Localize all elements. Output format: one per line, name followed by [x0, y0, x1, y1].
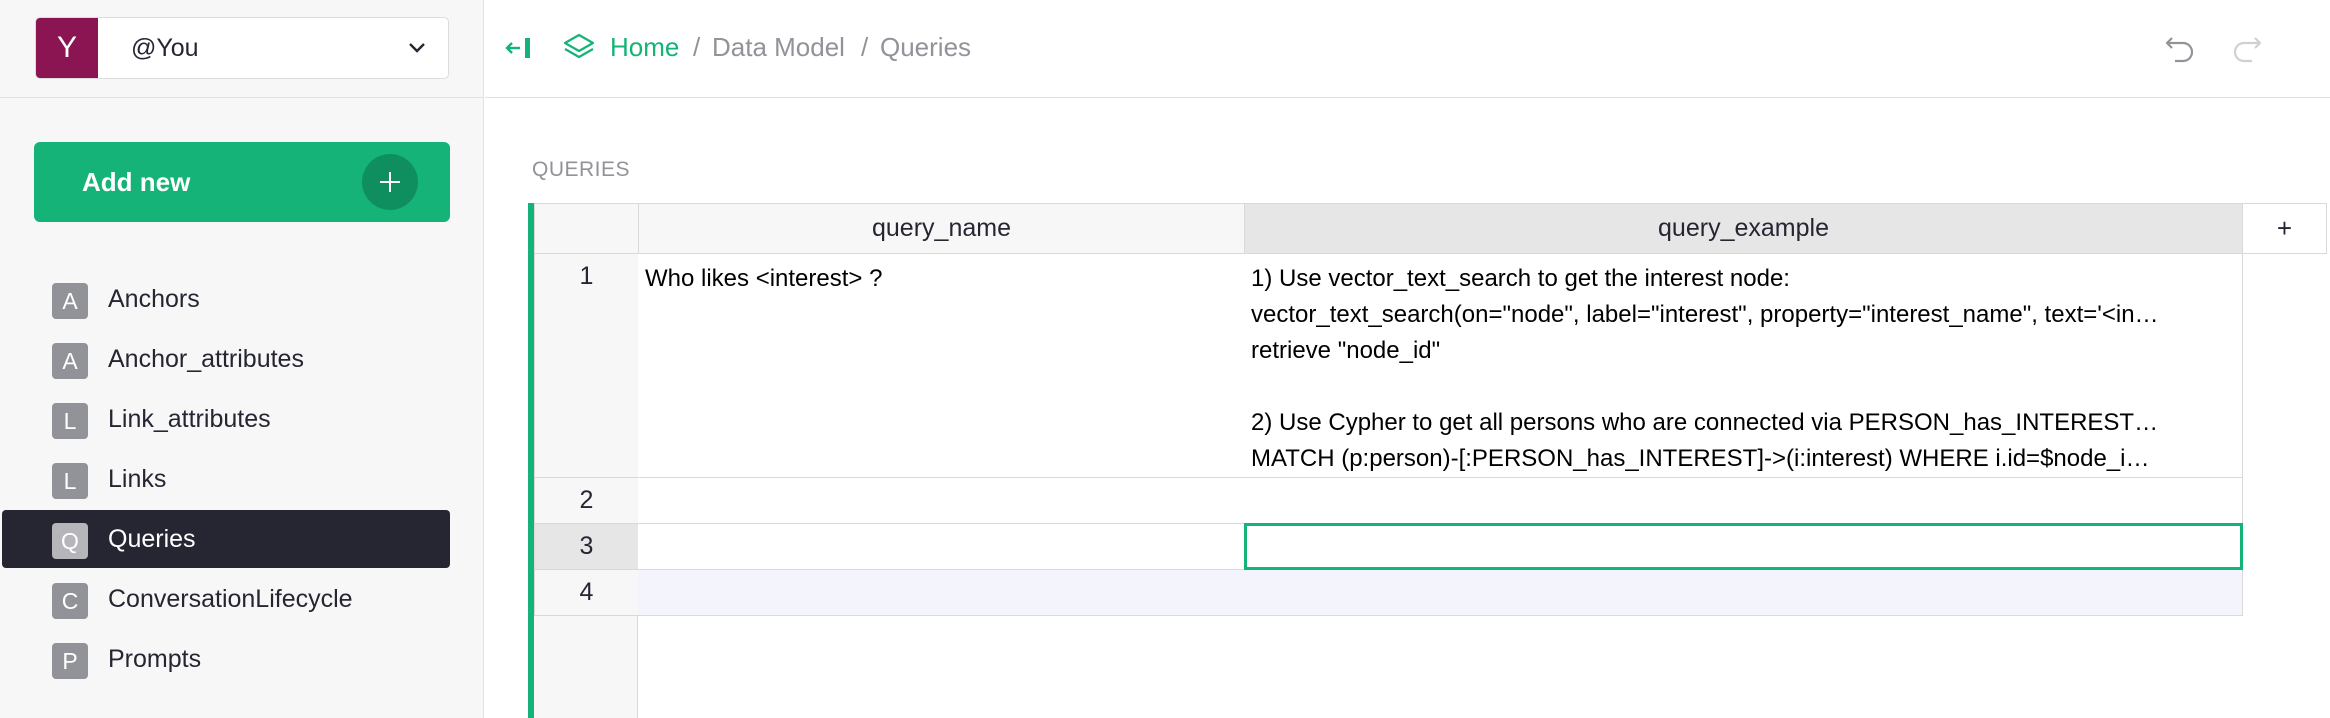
add-new-button[interactable]: Add new [34, 142, 450, 222]
active-cell-cursor[interactable] [1244, 523, 2243, 570]
avatar: Y [36, 18, 98, 78]
sidebar-item-label: Queries [108, 525, 196, 553]
cell-query-name[interactable] [638, 570, 1245, 616]
cell-query-name[interactable] [638, 478, 1245, 524]
sidebar-header: Y @You [0, 0, 484, 98]
table-badge-icon: L [52, 463, 88, 499]
cell-query-name[interactable]: Who likes <interest> ? [638, 254, 1245, 478]
cell-query-example[interactable] [1244, 478, 2243, 524]
table-badge-icon: P [52, 643, 88, 679]
row-number[interactable]: 4 [534, 570, 639, 616]
table-badge-icon: L [52, 403, 88, 439]
add-new-label: Add new [82, 167, 191, 197]
account-name: @You [131, 34, 199, 62]
plus-icon [362, 154, 418, 210]
table-badge-icon: A [52, 283, 88, 319]
table-badge-icon: A [52, 343, 88, 379]
left-panel: Y @You Add new A Anchors A Anchor_attrib… [0, 0, 484, 718]
breadcrumb-data-model[interactable]: Data Model [712, 32, 845, 63]
column-header-query-example[interactable]: query_example [1244, 203, 2243, 254]
sidebar-item-label: Anchor_attributes [108, 345, 304, 373]
breadcrumb-separator: / [861, 32, 869, 62]
sidebar-item-label: Links [108, 465, 167, 493]
sidebar-item-conversation-lifecycle[interactable]: C ConversationLifecycle [2, 570, 450, 628]
breadcrumb-home[interactable]: Home [610, 32, 679, 63]
cell-text-line: 1) Use vector_text_search to get the int… [1251, 265, 1790, 292]
table-badge-icon: Q [52, 523, 88, 559]
chevron-down-icon [409, 43, 425, 53]
cell-query-example[interactable] [1244, 570, 2243, 616]
cell-text-line: retrieve "node_id" [1251, 337, 1441, 364]
cell-text-line: 2) Use Cypher to get all persons who are… [1251, 409, 2159, 436]
breadcrumb-current: Queries [880, 32, 972, 62]
sidebar-item-label: Anchors [108, 285, 200, 313]
sidebar-item-label: Link_attributes [108, 405, 271, 433]
row-number[interactable]: 3 [534, 524, 639, 570]
sidebar-item-label: Prompts [108, 645, 202, 673]
collapse-panel-icon[interactable] [503, 34, 533, 62]
grid-corner[interactable] [534, 203, 639, 254]
cell-text-line: MATCH (p:person)-[:PERSON_has_INTEREST]-… [1251, 445, 2150, 472]
cell-query-name[interactable] [638, 524, 1245, 570]
layers-icon[interactable] [562, 32, 596, 64]
sidebar-item-queries[interactable]: Q Queries [2, 510, 450, 568]
breadcrumb-separator: / [693, 32, 701, 62]
redo-icon[interactable] [2230, 30, 2264, 64]
top-bar: Home / Data Model / Queries [485, 0, 2330, 98]
column-header-query-name[interactable]: query_name [638, 203, 1245, 254]
sidebar-item-link-attributes[interactable]: L Link_attributes [2, 390, 450, 448]
row-number[interactable]: 2 [534, 478, 639, 524]
sidebar-item-prompts[interactable]: P Prompts [2, 630, 450, 688]
table-badge-icon: C [52, 583, 88, 619]
sidebar-item-links[interactable]: L Links [2, 450, 450, 508]
cell-query-example[interactable]: 1) Use vector_text_search to get the int… [1244, 254, 2243, 478]
account-selector[interactable]: Y @You [35, 17, 449, 79]
data-grid: query_name query_example + 1 Who likes <… [528, 203, 2330, 718]
cell-text-line: vector_text_search(on="node", label="int… [1251, 301, 2159, 328]
sidebar-item-label: ConversationLifecycle [108, 585, 353, 613]
cell-text-line [1251, 369, 2235, 405]
section-title: QUERIES [532, 158, 631, 181]
undo-icon[interactable] [2163, 30, 2197, 64]
sidebar-item-anchors[interactable]: A Anchors [2, 270, 450, 328]
sidebar-item-anchor-attributes[interactable]: A Anchor_attributes [2, 330, 450, 388]
row-number[interactable]: 1 [534, 254, 639, 478]
add-column-button[interactable]: + [2242, 203, 2327, 254]
